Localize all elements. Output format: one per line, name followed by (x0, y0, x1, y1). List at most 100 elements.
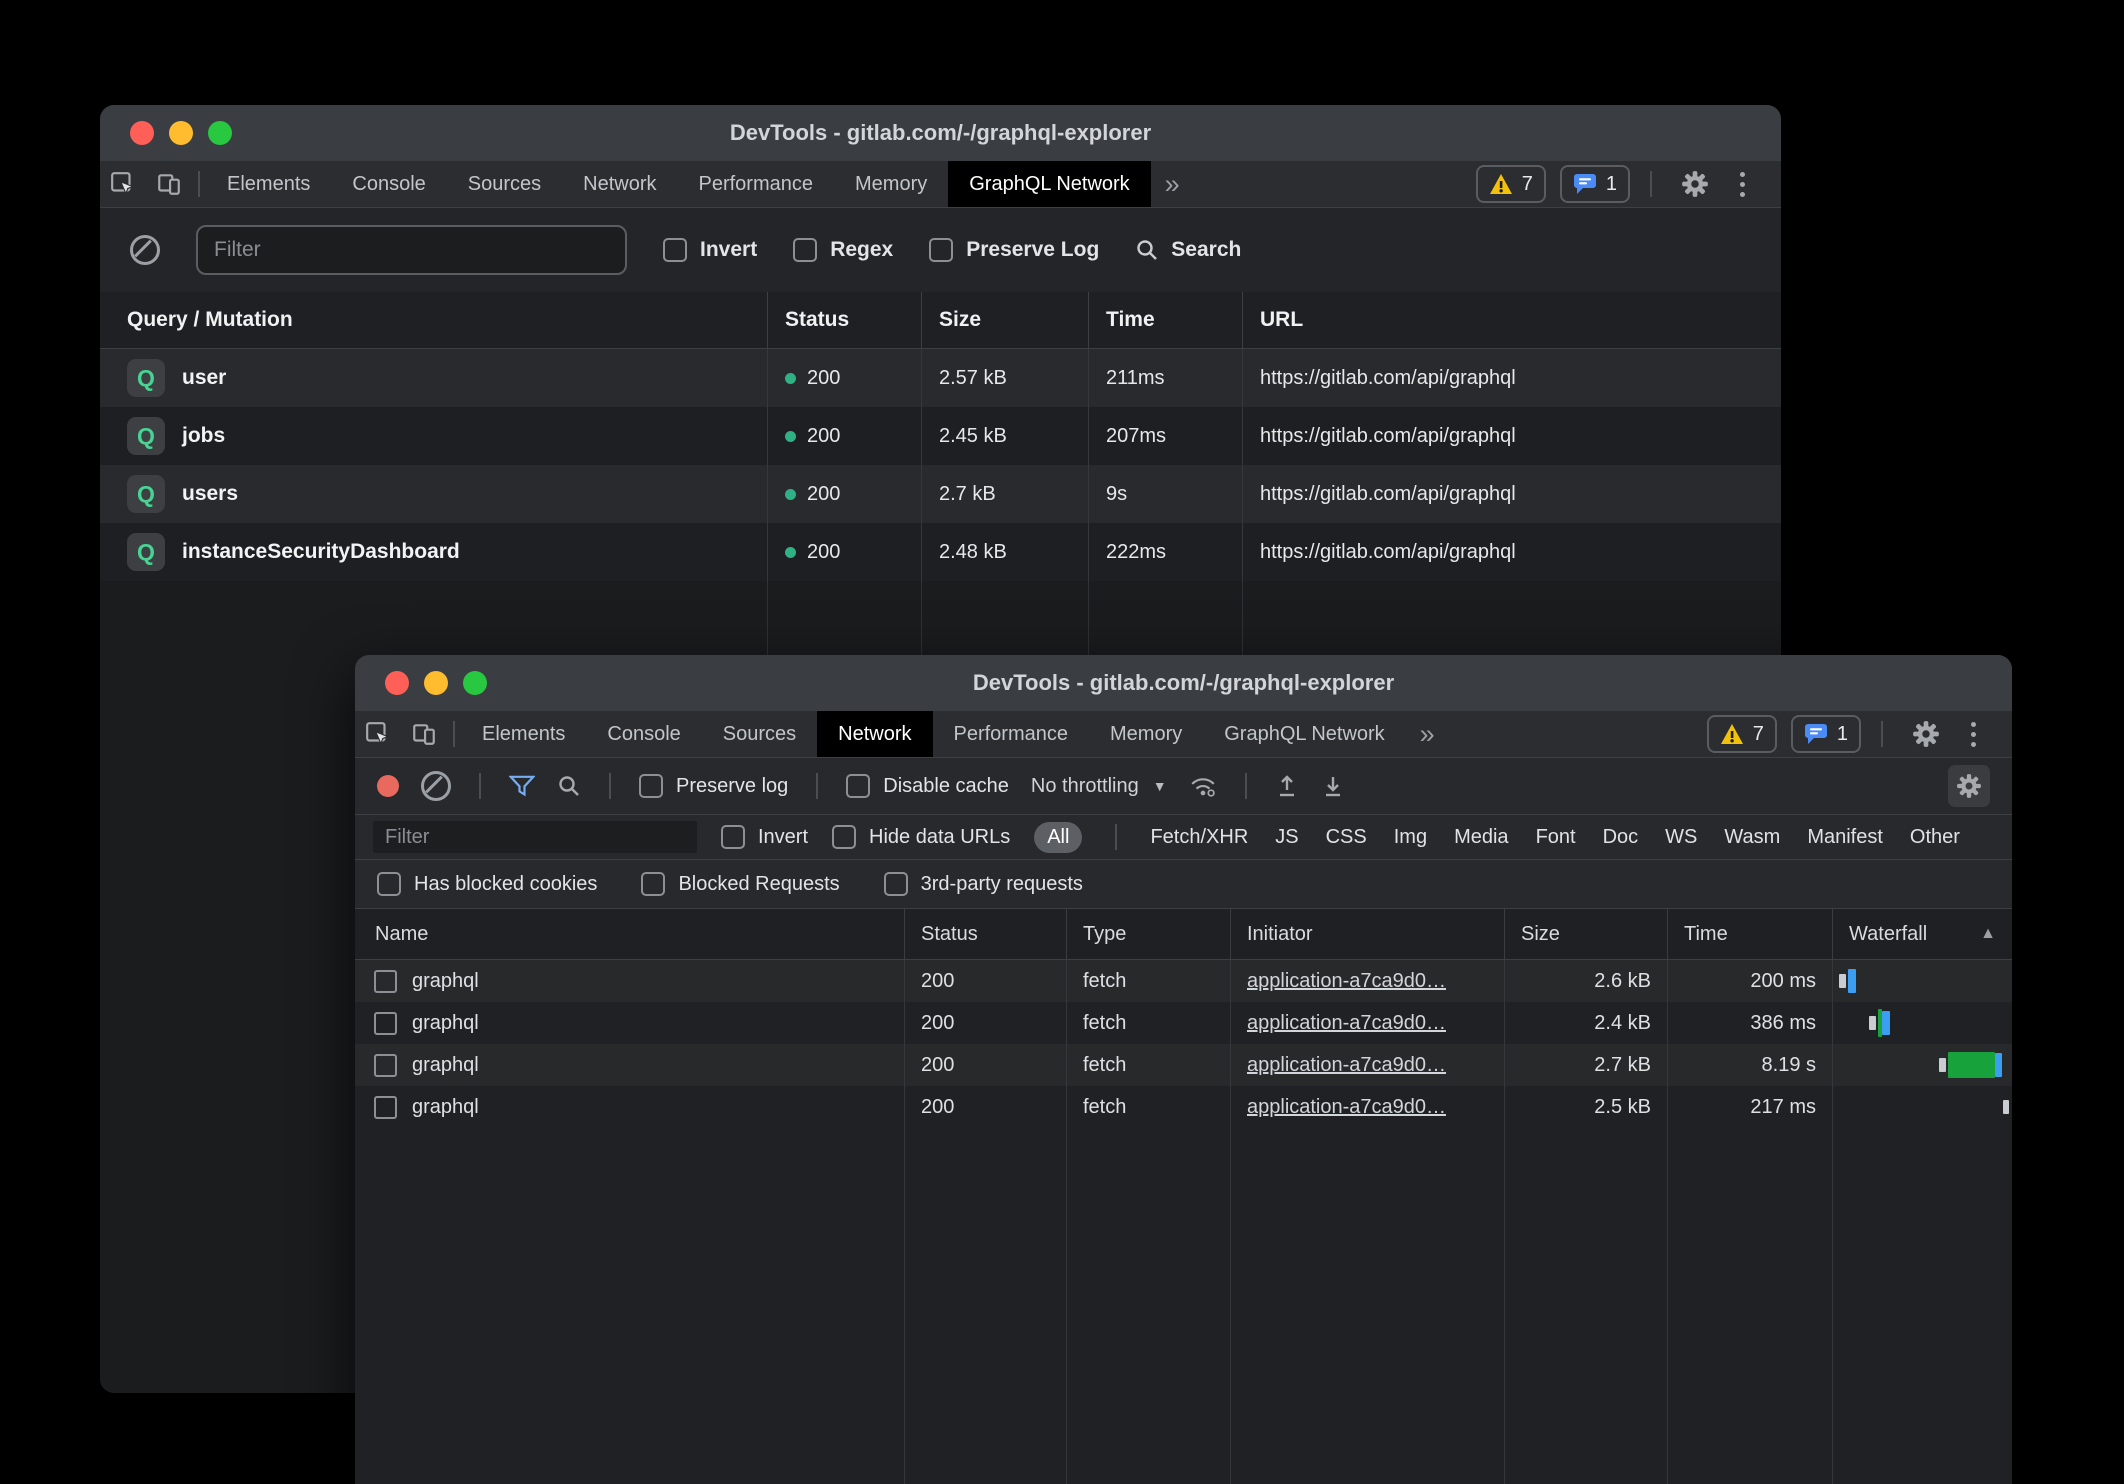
query-row[interactable]: QinstanceSecurityDashboard 200 2.48 kB 2… (100, 523, 1781, 581)
request-row[interactable]: graphql 200 fetch application-a7ca9d0… 2… (355, 1044, 2012, 1086)
chip-wasm[interactable]: Wasm (1724, 826, 1780, 849)
search-icon[interactable] (557, 774, 581, 798)
tab-elements[interactable]: Elements (206, 161, 331, 207)
query-row[interactable]: Qusers 200 2.7 kB 9s https://gitlab.com/… (100, 465, 1781, 523)
chip-doc[interactable]: Doc (1603, 826, 1639, 849)
settings-gear-icon[interactable] (1672, 170, 1718, 198)
hide-data-urls-checkbox-group[interactable]: Hide data URLs (832, 825, 1010, 849)
third-party-requests-checkbox[interactable] (884, 872, 908, 896)
chip-other[interactable]: Other (1910, 826, 1960, 849)
request-row[interactable]: graphql 200 fetch application-a7ca9d0… 2… (355, 1086, 2012, 1128)
invert-checkbox[interactable] (721, 825, 745, 849)
minimize-button[interactable] (424, 671, 448, 695)
titlebar[interactable]: DevTools - gitlab.com/-/graphql-explorer (100, 105, 1781, 161)
blocked-requests-checkbox[interactable] (641, 872, 665, 896)
disable-cache-checkbox-group[interactable]: Disable cache (846, 774, 1009, 798)
regex-checkbox[interactable] (793, 238, 817, 262)
query-row[interactable]: Quser 200 2.57 kB 211ms https://gitlab.c… (100, 349, 1781, 407)
export-har-icon[interactable] (1321, 773, 1345, 799)
chip-fetch-xhr[interactable]: Fetch/XHR (1150, 826, 1248, 849)
initiator-link[interactable]: application-a7ca9d0… (1247, 1012, 1446, 1035)
query-row[interactable]: Qjobs 200 2.45 kB 207ms https://gitlab.c… (100, 407, 1781, 465)
preserve-log-checkbox-group[interactable]: Preserve Log (929, 238, 1099, 262)
preserve-log-checkbox[interactable] (639, 774, 663, 798)
more-tabs-button[interactable]: » (1406, 711, 1449, 757)
column-header-size[interactable]: Size (922, 292, 1089, 348)
request-row[interactable]: graphql 200 fetch application-a7ca9d0… 2… (355, 1002, 2012, 1044)
inspect-element-icon[interactable] (100, 161, 146, 207)
maximize-button[interactable] (463, 671, 487, 695)
invert-checkbox-group[interactable]: Invert (721, 825, 808, 849)
throttling-dropdown[interactable]: No throttling ▼ (1031, 775, 1167, 798)
filter-input[interactable] (196, 225, 627, 275)
initiator-link[interactable]: application-a7ca9d0… (1247, 1054, 1446, 1077)
row-checkbox[interactable] (374, 1054, 397, 1077)
clear-icon[interactable] (421, 771, 451, 801)
tab-memory[interactable]: Memory (834, 161, 948, 207)
chip-all[interactable]: All (1034, 822, 1082, 853)
chip-media[interactable]: Media (1454, 826, 1508, 849)
chip-manifest[interactable]: Manifest (1807, 826, 1883, 849)
minimize-button[interactable] (169, 121, 193, 145)
request-row[interactable]: graphql 200 fetch application-a7ca9d0… 2… (355, 960, 2012, 1002)
more-options-icon[interactable] (1732, 172, 1753, 197)
tab-network[interactable]: Network (817, 711, 932, 757)
more-tabs-button[interactable]: » (1151, 161, 1194, 207)
regex-checkbox-group[interactable]: Regex (793, 238, 893, 262)
filter-funnel-icon[interactable] (509, 775, 535, 797)
import-har-icon[interactable] (1275, 773, 1299, 799)
invert-checkbox-group[interactable]: Invert (663, 238, 757, 262)
chip-js[interactable]: JS (1275, 826, 1298, 849)
row-checkbox[interactable] (374, 970, 397, 993)
tab-console[interactable]: Console (331, 161, 446, 207)
disable-cache-checkbox[interactable] (846, 774, 870, 798)
chip-img[interactable]: Img (1394, 826, 1427, 849)
initiator-link[interactable]: application-a7ca9d0… (1247, 1096, 1446, 1119)
blocked-requests-checkbox-group[interactable]: Blocked Requests (641, 872, 839, 896)
chip-font[interactable]: Font (1536, 826, 1576, 849)
column-header-status[interactable]: Status (905, 909, 1067, 959)
issues-badge[interactable]: 1 (1791, 715, 1861, 753)
third-party-requests-checkbox-group[interactable]: 3rd-party requests (884, 872, 1083, 896)
column-header-time[interactable]: Time (1089, 292, 1243, 348)
column-header-query-mutation[interactable]: Query / Mutation (100, 292, 768, 348)
preserve-log-checkbox[interactable] (929, 238, 953, 262)
close-button[interactable] (130, 121, 154, 145)
column-header-type[interactable]: Type (1067, 909, 1231, 959)
preserve-log-checkbox-group[interactable]: Preserve log (639, 774, 788, 798)
titlebar[interactable]: DevTools - gitlab.com/-/graphql-explorer (355, 655, 2012, 711)
more-options-icon[interactable] (1963, 722, 1984, 747)
tab-network[interactable]: Network (562, 161, 677, 207)
tab-memory[interactable]: Memory (1089, 711, 1203, 757)
has-blocked-cookies-checkbox[interactable] (377, 872, 401, 896)
column-header-time[interactable]: Time (1668, 909, 1833, 959)
chip-css[interactable]: CSS (1326, 826, 1367, 849)
clear-icon[interactable] (130, 235, 160, 265)
tab-sources[interactable]: Sources (447, 161, 562, 207)
column-header-url[interactable]: URL (1243, 292, 1781, 348)
chip-ws[interactable]: WS (1665, 826, 1697, 849)
record-button[interactable] (377, 775, 399, 797)
hide-data-urls-checkbox[interactable] (832, 825, 856, 849)
invert-checkbox[interactable] (663, 238, 687, 262)
device-toolbar-icon[interactable] (146, 161, 192, 207)
warnings-badge[interactable]: 7 (1476, 165, 1546, 203)
network-settings-button[interactable] (1948, 765, 1990, 807)
search-button[interactable]: Search (1135, 238, 1241, 262)
network-conditions-icon[interactable] (1189, 774, 1217, 798)
row-checkbox[interactable] (374, 1012, 397, 1035)
inspect-element-icon[interactable] (355, 711, 401, 757)
issues-badge[interactable]: 1 (1560, 165, 1630, 203)
warnings-badge[interactable]: 7 (1707, 715, 1777, 753)
initiator-link[interactable]: application-a7ca9d0… (1247, 970, 1446, 993)
column-header-waterfall[interactable]: Waterfall ▲ (1833, 909, 2012, 959)
column-header-initiator[interactable]: Initiator (1231, 909, 1505, 959)
device-toolbar-icon[interactable] (401, 711, 447, 757)
column-header-name[interactable]: Name (355, 909, 905, 959)
maximize-button[interactable] (208, 121, 232, 145)
settings-gear-icon[interactable] (1903, 720, 1949, 748)
close-button[interactable] (385, 671, 409, 695)
has-blocked-cookies-checkbox-group[interactable]: Has blocked cookies (377, 872, 597, 896)
tab-console[interactable]: Console (586, 711, 701, 757)
tab-elements[interactable]: Elements (461, 711, 586, 757)
